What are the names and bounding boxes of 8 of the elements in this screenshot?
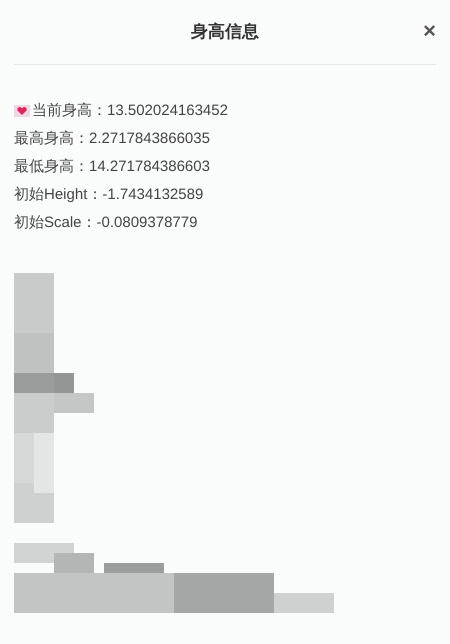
- heart-icon: [14, 105, 30, 117]
- info-line: 最低身高：14.271784386603: [14, 156, 210, 177]
- info-line: 初始Height：-1.7434132589: [14, 184, 204, 205]
- info-line: 当前身高：13.502024163452: [32, 100, 228, 121]
- info-line: 最高身高：2.2717843866035: [14, 128, 210, 149]
- close-button[interactable]: ×: [423, 20, 436, 42]
- info-line: 初始Scale：-0.0809378779: [14, 212, 198, 233]
- dialog-title: 身高信息: [191, 21, 259, 44]
